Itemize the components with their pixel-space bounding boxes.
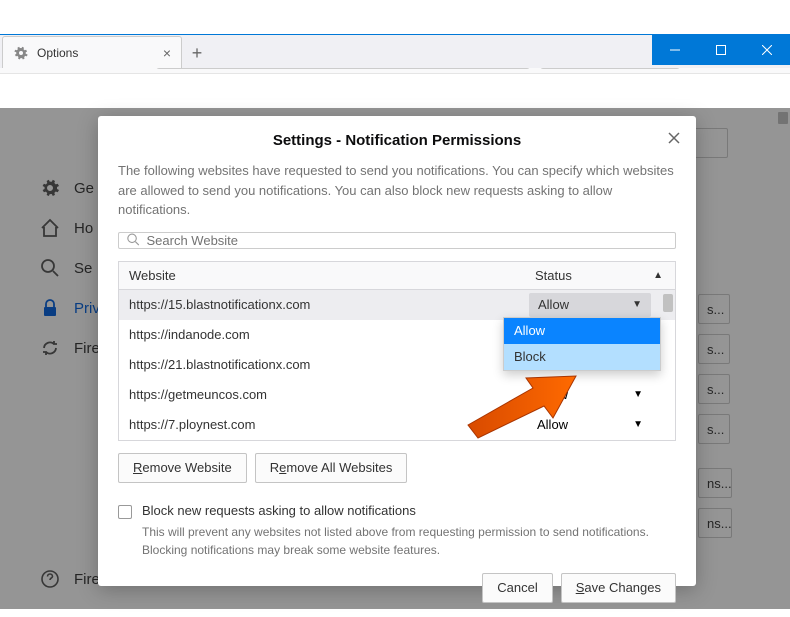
website-table: Website Status ▲ https://15.blastnotific… (118, 261, 676, 441)
search-icon (127, 233, 141, 247)
gear-icon (13, 45, 29, 61)
remove-all-websites-button[interactable]: Remove All Websites (255, 453, 408, 483)
table-row[interactable]: https://getmeuncos.com Allow▼ (119, 380, 675, 410)
save-changes-button[interactable]: Save Changes (561, 573, 676, 603)
block-requests-checkbox-row: Block new requests asking to allow notif… (98, 495, 696, 523)
notification-permissions-dialog: Settings - Notification Permissions The … (98, 116, 696, 586)
block-requests-label: Block new requests asking to allow notif… (142, 503, 416, 518)
website-cell: https://15.blastnotificationx.com (119, 297, 525, 312)
table-body: https://15.blastnotificationx.com Allow▼… (119, 290, 675, 440)
remove-website-button[interactable]: Remove Website (118, 453, 247, 483)
table-row[interactable]: https://7.ploynest.com Allow▼ (119, 410, 675, 440)
close-button[interactable] (666, 130, 682, 146)
table-actions: Remove Website Remove All Websites (98, 441, 696, 495)
browser-tab[interactable]: Options × (2, 36, 182, 68)
status-dropdown[interactable]: Allow▼ (525, 417, 665, 432)
search-website-input[interactable] (147, 233, 668, 248)
block-requests-checkbox[interactable] (118, 505, 132, 519)
tab-bar: Options × + (0, 34, 790, 68)
new-tab-button[interactable]: + (182, 38, 212, 68)
modal-footer: Cancel Save Changes (98, 559, 696, 617)
scrollbar-thumb[interactable] (663, 294, 673, 312)
dropdown-option-allow[interactable]: Allow (504, 318, 660, 344)
website-cell: https://getmeuncos.com (119, 387, 525, 402)
close-window-button[interactable] (744, 35, 790, 65)
search-website-field[interactable] (118, 232, 676, 249)
tab-label: Options (37, 46, 163, 60)
column-status[interactable]: Status ▲ (525, 268, 675, 283)
website-cell: https://21.blastnotificationx.com (119, 357, 525, 372)
website-cell: https://7.ploynest.com (119, 417, 525, 432)
maximize-button[interactable] (698, 35, 744, 65)
minimize-button[interactable] (652, 35, 698, 65)
block-requests-description: This will prevent any websites not liste… (98, 523, 696, 559)
table-header: Website Status ▲ (119, 262, 675, 290)
caret-down-icon: ▼ (633, 389, 643, 400)
close-icon[interactable]: × (163, 45, 171, 61)
status-dropdown-menu: Allow Block (503, 317, 661, 371)
caret-down-icon: ▼ (632, 299, 642, 310)
cancel-button[interactable]: Cancel (482, 573, 552, 603)
column-website[interactable]: Website (119, 268, 525, 283)
dropdown-option-block[interactable]: Block (504, 344, 660, 370)
status-dropdown[interactable]: Allow▼ (525, 387, 665, 402)
caret-down-icon: ▼ (633, 419, 643, 430)
table-row[interactable]: https://15.blastnotificationx.com Allow▼ (119, 290, 675, 320)
sort-icon: ▲ (653, 270, 663, 281)
modal-title: Settings - Notification Permissions (98, 116, 696, 161)
status-dropdown[interactable]: Allow▼ (529, 293, 651, 317)
website-cell: https://indanode.com (119, 327, 525, 342)
modal-description: The following websites have requested to… (98, 161, 696, 232)
